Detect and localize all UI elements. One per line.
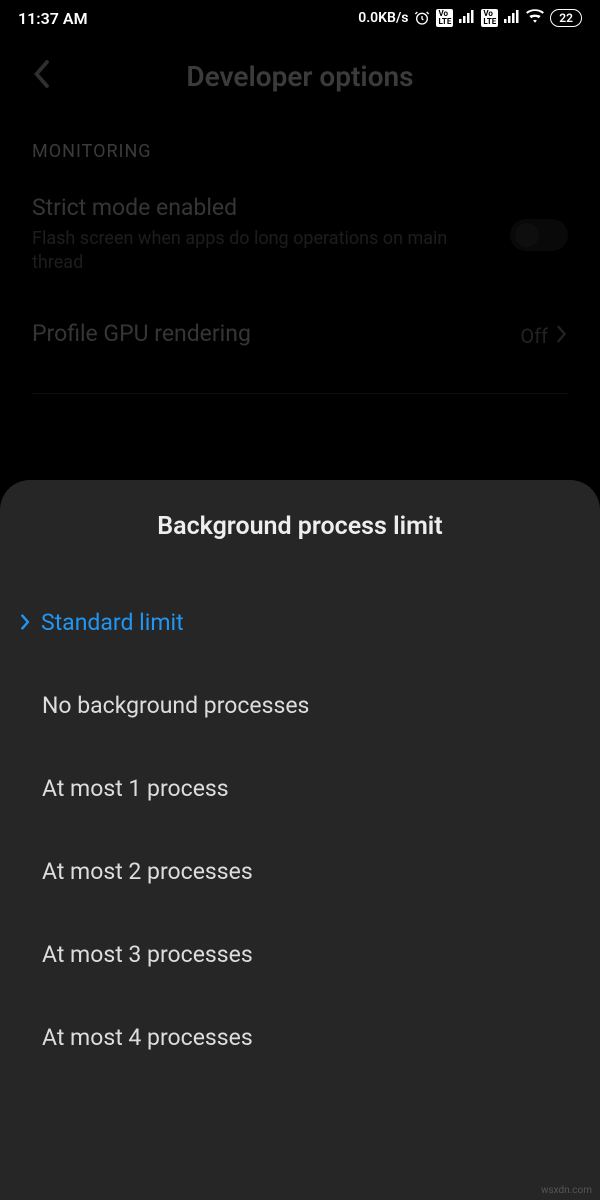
sheet-title: Background process limit <box>0 512 600 541</box>
option-no-background-processes[interactable]: No background processes <box>0 664 600 747</box>
bottom-sheet-bg-process-limit: Background process limit Standard limit N… <box>0 480 600 1200</box>
setting-title: Profile GPU rendering <box>32 320 520 347</box>
setting-profile-gpu[interactable]: Profile GPU rendering Off <box>0 298 600 375</box>
option-at-most-2-processes[interactable]: At most 2 processes <box>0 830 600 913</box>
status-bar: 11:37 AM 0.0KB/s VoLTE VoLTE 22 <box>0 0 600 36</box>
option-at-most-3-processes[interactable]: At most 3 processes <box>0 913 600 996</box>
signal-icon-2 <box>504 9 520 27</box>
chevron-right-icon <box>20 611 31 635</box>
data-rate: 0.0KB/s <box>358 10 408 26</box>
option-at-most-4-processes[interactable]: At most 4 processes <box>0 996 600 1079</box>
signal-icon-1 <box>459 9 475 27</box>
option-standard-limit[interactable]: Standard limit <box>0 581 600 664</box>
divider <box>32 393 568 394</box>
option-label: Standard limit <box>41 609 184 636</box>
alarm-icon <box>414 10 430 26</box>
setting-desc: Flash screen when apps do long operation… <box>32 227 490 276</box>
page-title: Developer options <box>20 60 580 93</box>
back-button[interactable] <box>32 59 50 95</box>
option-label: At most 4 processes <box>42 1024 253 1051</box>
volte-icon-1: VoLTE <box>436 9 453 27</box>
header: Developer options <box>0 36 600 123</box>
option-label: At most 2 processes <box>42 858 253 885</box>
section-header-monitoring: MONITORING <box>0 123 600 172</box>
toggle-strict-mode[interactable] <box>510 219 568 251</box>
battery-indicator: 22 <box>550 9 582 27</box>
option-label: At most 1 process <box>42 775 229 802</box>
toggle-knob <box>515 223 539 247</box>
option-label: No background processes <box>42 692 309 719</box>
setting-strict-mode[interactable]: Strict mode enabled Flash screen when ap… <box>0 172 600 298</box>
chevron-right-icon <box>556 324 568 349</box>
status-right: 0.0KB/s VoLTE VoLTE 22 <box>358 9 582 27</box>
wifi-icon <box>526 9 544 27</box>
option-label: At most 3 processes <box>42 941 253 968</box>
setting-title: Strict mode enabled <box>32 194 490 221</box>
status-time: 11:37 AM <box>18 9 88 28</box>
setting-value: Off <box>520 324 548 348</box>
option-at-most-1-process[interactable]: At most 1 process <box>0 747 600 830</box>
watermark: wsxdn.com <box>541 1185 592 1196</box>
volte-icon-2: VoLTE <box>481 9 498 27</box>
